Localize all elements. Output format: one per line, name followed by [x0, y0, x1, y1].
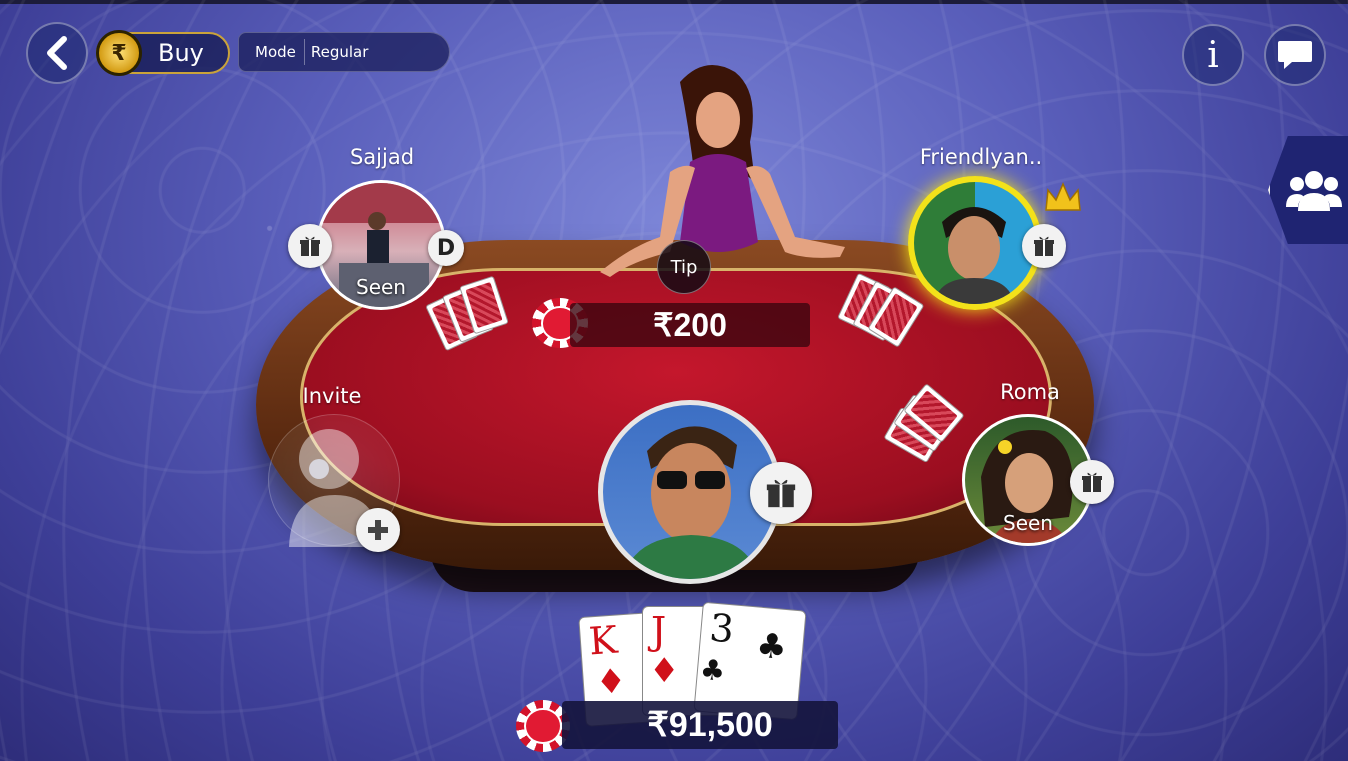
card-suit: ♦ — [649, 651, 680, 691]
info-icon: i — [1207, 34, 1219, 76]
dealer-marker-label: D — [436, 235, 456, 261]
avatar-photo — [934, 207, 1014, 304]
invite-label: Invite — [302, 384, 362, 408]
player-name-roma: Roma — [1000, 380, 1060, 404]
avatar-sajjad[interactable]: Seen — [316, 180, 446, 310]
seen-status-roma: Seen — [1003, 511, 1053, 535]
add-player-button[interactable] — [356, 508, 400, 552]
buy-button[interactable]: ₹ Buy — [96, 30, 230, 76]
back-button[interactable] — [26, 22, 88, 84]
card-rank: 3 — [707, 605, 736, 652]
seen-status-sajjad: Seen — [356, 275, 406, 299]
buy-label: Buy — [158, 39, 204, 67]
balance-amount: ₹91,500 — [562, 701, 838, 749]
tip-button[interactable]: Tip — [657, 240, 711, 294]
pot-amount: ₹200 — [570, 303, 810, 347]
gift-icon — [1034, 236, 1054, 256]
gift-icon — [1082, 472, 1102, 492]
dealer-character — [600, 64, 845, 277]
gift-button-sajjad[interactable] — [288, 224, 332, 268]
info-button[interactable]: i — [1182, 24, 1244, 86]
mode-indicator: Mode Regular — [238, 32, 450, 72]
player-name-friendlyan: Friendlyan.. — [919, 145, 1043, 169]
gift-button-current-player[interactable] — [750, 462, 812, 524]
group-users-icon — [1286, 171, 1342, 211]
card-rank: J — [651, 609, 667, 653]
coin-symbol: ₹ — [111, 40, 127, 66]
card-rank: K — [587, 617, 619, 664]
crown-icon — [1045, 182, 1081, 211]
card-suit: ♦ — [594, 661, 628, 704]
plus-icon — [368, 520, 388, 540]
chat-bubble-icon — [1278, 41, 1312, 69]
card-suit: ♣ — [698, 652, 727, 688]
gift-button-friendlyan[interactable] — [1022, 224, 1066, 268]
dealer-marker: D — [428, 230, 464, 266]
mode-key: Mode — [239, 39, 305, 65]
rupee-coin-icon: ₹ — [96, 30, 142, 76]
gift-button-roma[interactable] — [1070, 460, 1114, 504]
tip-label: Tip — [670, 256, 698, 278]
mode-value: Regular — [310, 43, 369, 61]
chevron-left-icon — [47, 36, 67, 70]
gift-icon — [300, 236, 320, 256]
card-suit: ♣ — [754, 625, 789, 669]
player-name-sajjad: Sajjad — [349, 145, 415, 169]
chat-button[interactable] — [1264, 24, 1326, 86]
gift-icon — [766, 479, 796, 508]
